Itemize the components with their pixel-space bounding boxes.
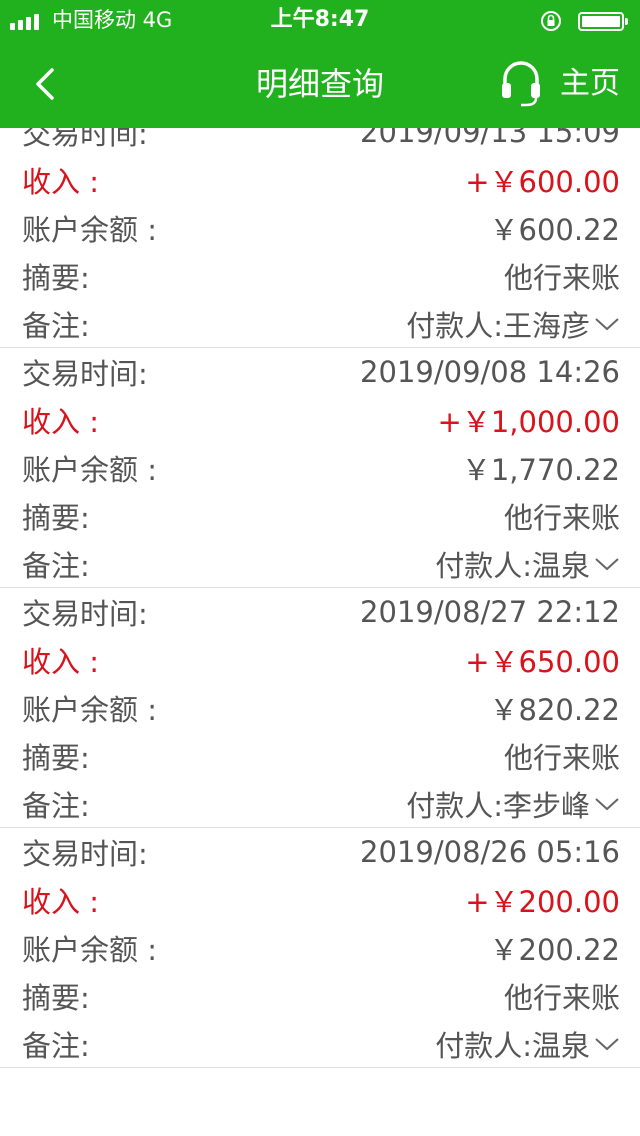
transaction-note-label: 备注: <box>22 1029 90 1063</box>
rotation-lock-icon <box>541 11 561 31</box>
payer-text: 付款人:温泉 <box>435 549 590 583</box>
transaction-time-value: 2019/09/13 15:09 <box>360 128 620 149</box>
transaction-record[interactable]: 交易时间: 2019/08/27 22:12 收入 : +￥650.00 账户余额 : ￥… <box>0 588 640 828</box>
income-amount-row: 收入 : +￥650.00 <box>0 636 640 684</box>
account-balance-row: 账户余额 : ￥200.22 <box>0 924 640 972</box>
battery-icon <box>578 12 628 31</box>
account-balance-label: 账户余额 : <box>22 693 157 727</box>
account-balance-value: ￥600.22 <box>489 213 620 247</box>
transaction-summary-row: 摘要: 他行来账 <box>0 972 640 1020</box>
transaction-time-value: 2019/08/26 05:16 <box>360 835 620 869</box>
transaction-note-value: 付款人:李步峰 <box>406 783 620 825</box>
transaction-note-row[interactable]: 备注: 付款人:温泉 <box>0 1020 640 1068</box>
account-balance-row: 账户余额 : ￥1,770.22 <box>0 444 640 492</box>
income-amount-row: 收入 : +￥600.00 <box>0 156 640 204</box>
income-amount-value: +￥600.00 <box>465 165 620 199</box>
account-balance-label: 账户余额 : <box>22 933 157 967</box>
page-title: 明细查询 <box>255 65 384 103</box>
income-amount-value: +￥650.00 <box>465 645 620 679</box>
income-amount-row: 收入 : +￥1,000.00 <box>0 396 640 444</box>
income-amount-row: 收入 : +￥200.00 <box>0 876 640 924</box>
chevron-down-icon[interactable] <box>594 796 620 812</box>
account-balance-value: ￥200.22 <box>489 933 620 967</box>
transaction-summary-label: 摘要: <box>22 501 90 535</box>
transaction-time-label: 交易时间: <box>22 837 148 871</box>
chevron-down-icon[interactable] <box>594 556 620 572</box>
transaction-note-row[interactable]: 备注: 付款人:温泉 <box>0 540 640 588</box>
transaction-time-value: 2019/09/08 14:26 <box>360 355 620 389</box>
transaction-note-value: 付款人:王海彦 <box>406 303 620 345</box>
transaction-summary-label: 摘要: <box>22 741 90 775</box>
income-amount-label: 收入 : <box>22 165 99 199</box>
income-amount-label: 收入 : <box>22 645 99 679</box>
chevron-down-icon[interactable] <box>594 316 620 332</box>
transaction-summary-value: 他行来账 <box>503 741 620 775</box>
account-balance-value: ￥820.22 <box>489 693 620 727</box>
transaction-list[interactable]: 交易时间:2019/09/16 08:30收入 :+￥600.00账户余额 :￥… <box>0 128 640 1136</box>
payer-text: 付款人:李步峰 <box>406 789 590 823</box>
income-amount-value: +￥200.00 <box>465 885 620 919</box>
transaction-note-row[interactable]: 备注: 付款人:李步峰 <box>0 780 640 828</box>
transaction-note-label: 备注: <box>22 789 90 823</box>
transaction-time-label: 交易时间: <box>22 357 148 391</box>
income-amount-value: +￥1,000.00 <box>437 405 620 439</box>
transaction-summary-value: 他行来账 <box>503 501 620 535</box>
account-balance-row: 账户余额 : ￥820.22 <box>0 684 640 732</box>
income-amount-label: 收入 : <box>22 885 99 919</box>
transaction-note-row[interactable]: 备注: 付款人:王海彦 <box>0 300 640 348</box>
account-balance-value: ￥1,770.22 <box>461 453 620 487</box>
transaction-note-value: 付款人:温泉 <box>435 1023 620 1065</box>
payer-text: 付款人:温泉 <box>435 1029 590 1063</box>
transaction-time-row: 交易时间: 2019/09/13 15:09 <box>0 128 640 156</box>
transaction-time-row: 交易时间: 2019/09/08 14:26 <box>0 348 640 396</box>
account-balance-row: 账户余额 : ￥600.22 <box>0 204 640 252</box>
transaction-record[interactable]: 交易时间: 2019/08/26 05:16 收入 : +￥200.00 账户余额 : ￥… <box>0 828 640 1068</box>
transaction-time-value: 2019/08/27 22:12 <box>360 595 620 629</box>
account-balance-label: 账户余额 : <box>22 213 157 247</box>
transaction-time-row: 交易时间: 2019/08/26 05:16 <box>0 828 640 876</box>
customer-service-headset-icon[interactable] <box>500 58 542 108</box>
transaction-summary-row: 摘要: 他行来账 <box>0 252 640 300</box>
chevron-down-icon[interactable] <box>594 1036 620 1052</box>
transaction-note-value: 付款人:温泉 <box>435 543 620 585</box>
transaction-summary-label: 摘要: <box>22 261 90 295</box>
transaction-time-row: 交易时间: 2019/08/27 22:12 <box>0 588 640 636</box>
transaction-note-label: 备注: <box>22 549 90 583</box>
transaction-time-label: 交易时间: <box>22 128 148 151</box>
status-bar: 中国移动 4G 上午8:47 <box>0 0 640 40</box>
nav-bar: 明细查询 主页 <box>0 40 640 128</box>
transaction-record[interactable]: 交易时间: 2019/09/13 15:09 收入 : +￥600.00 账户余额 : ￥… <box>0 128 640 348</box>
transaction-summary-value: 他行来账 <box>503 981 620 1015</box>
payer-text: 付款人:王海彦 <box>406 309 590 343</box>
transaction-note-label: 备注: <box>22 309 90 343</box>
income-amount-label: 收入 : <box>22 405 99 439</box>
transaction-record[interactable]: 交易时间: 2019/09/08 14:26 收入 : +￥1,000.00 账户余额 … <box>0 348 640 588</box>
transaction-time-label: 交易时间: <box>22 597 148 631</box>
transaction-summary-value: 他行来账 <box>503 261 620 295</box>
transaction-summary-row: 摘要: 他行来账 <box>0 732 640 780</box>
home-button[interactable]: 主页 <box>560 64 620 104</box>
account-balance-label: 账户余额 : <box>22 453 157 487</box>
transaction-summary-label: 摘要: <box>22 981 90 1015</box>
transaction-summary-row: 摘要: 他行来账 <box>0 492 640 540</box>
